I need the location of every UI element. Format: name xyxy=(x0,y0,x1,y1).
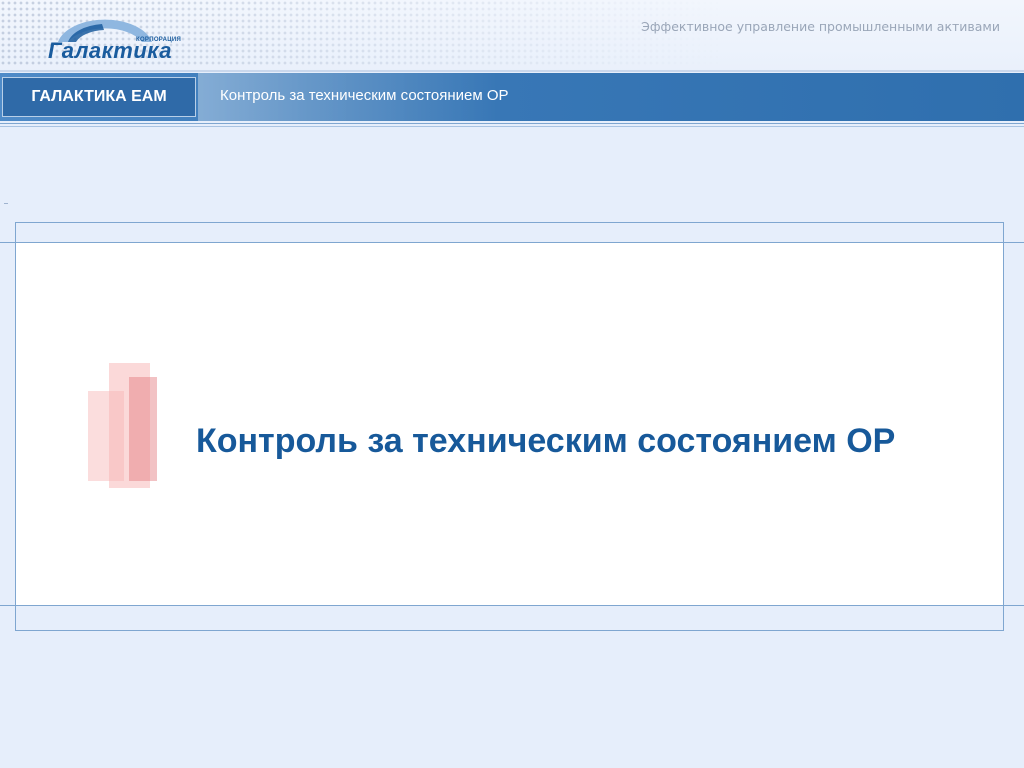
section-title: Контроль за техническим состоянием ОР xyxy=(220,87,509,104)
deco-bar-left xyxy=(88,391,124,481)
product-label-box: ГАЛАКТИКА ЕАМ xyxy=(2,77,196,117)
header-tagline: Эффективное управление промышленными акт… xyxy=(641,19,1000,34)
galaktika-logo: КОРПОРАЦИЯ Галактика xyxy=(40,18,190,68)
header-separator xyxy=(0,70,1024,72)
slide-title: Контроль за техническим состоянием ОР xyxy=(196,422,896,460)
pink-bars-decoration xyxy=(88,363,160,491)
small-dash xyxy=(4,203,8,204)
deco-bar-dark xyxy=(129,377,157,481)
logo-wordmark: Галактика xyxy=(48,38,172,63)
nav-separator-top xyxy=(0,123,1024,124)
nav-separator-bottom xyxy=(0,126,1024,127)
